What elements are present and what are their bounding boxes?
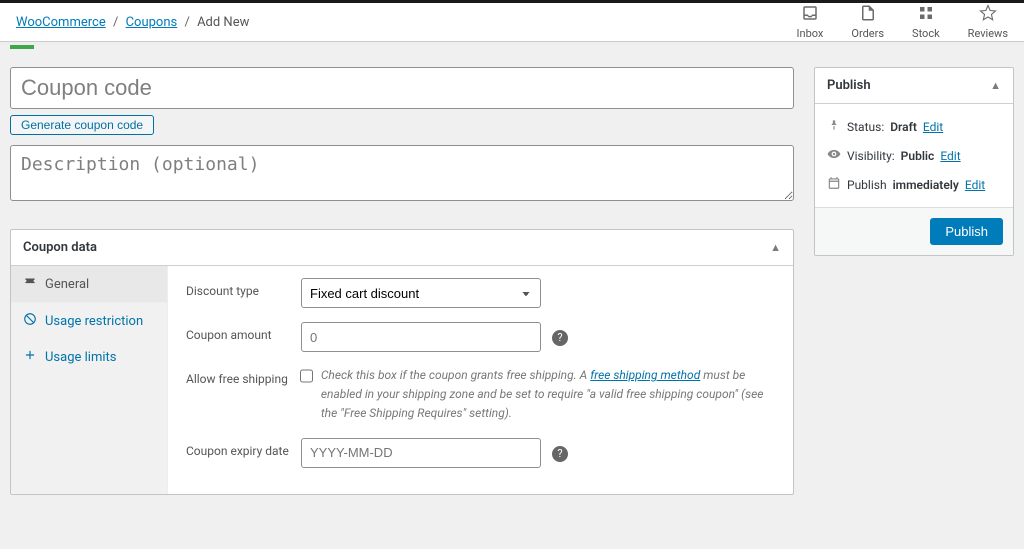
coupon-amount-input[interactable] xyxy=(301,322,541,352)
breadcrumb-leaf: Add New xyxy=(197,15,249,30)
status-value: Draft xyxy=(890,120,917,134)
edit-visibility-link[interactable]: Edit xyxy=(940,149,960,163)
publish-button[interactable]: Publish xyxy=(930,218,1003,245)
coupon-data-title: Coupon data xyxy=(23,240,97,255)
generate-coupon-button[interactable]: Generate coupon code xyxy=(10,115,154,135)
free-shipping-method-link[interactable]: free shipping method xyxy=(590,368,700,382)
tab-usage-restriction[interactable]: Usage restriction xyxy=(11,303,167,339)
nav-reviews[interactable]: Reviews xyxy=(968,4,1008,40)
free-shipping-description: Check this box if the coupon grants free… xyxy=(321,366,775,424)
nav-stock[interactable]: Stock xyxy=(912,4,940,40)
star-icon xyxy=(979,4,997,25)
edit-schedule-link[interactable]: Edit xyxy=(965,178,985,192)
free-shipping-checkbox[interactable] xyxy=(300,368,313,384)
panel-toggle[interactable]: ▲ xyxy=(770,241,781,254)
breadcrumb: WooCommerce / Coupons / Add New xyxy=(16,15,249,30)
panel-toggle[interactable]: ▲ xyxy=(990,79,1001,92)
breadcrumb-mid[interactable]: Coupons xyxy=(126,15,178,30)
plus-icon xyxy=(23,348,37,366)
pin-icon xyxy=(827,118,841,135)
tab-usage-limits[interactable]: Usage limits xyxy=(11,339,167,375)
page-icon xyxy=(859,4,877,25)
expiry-input[interactable] xyxy=(301,438,541,468)
breadcrumb-root[interactable]: WooCommerce xyxy=(16,15,106,30)
eye-icon xyxy=(827,147,841,164)
ticket-icon xyxy=(23,275,37,293)
discount-type-label: Discount type xyxy=(186,278,301,298)
help-icon[interactable]: ? xyxy=(552,330,568,346)
free-shipping-label: Allow free shipping xyxy=(186,366,300,386)
publish-title: Publish xyxy=(827,78,871,93)
coupon-code-input[interactable] xyxy=(10,67,794,109)
edit-status-link[interactable]: Edit xyxy=(923,120,943,134)
nav-inbox[interactable]: Inbox xyxy=(797,4,824,40)
discount-type-select[interactable]: Fixed cart discount xyxy=(301,278,541,308)
inbox-icon xyxy=(801,4,819,25)
help-icon[interactable]: ? xyxy=(552,446,568,462)
boxes-icon xyxy=(917,4,935,25)
no-icon xyxy=(23,312,37,330)
calendar-icon xyxy=(827,176,841,193)
nav-orders[interactable]: Orders xyxy=(851,4,884,40)
expiry-label: Coupon expiry date xyxy=(186,438,301,458)
tab-general[interactable]: General xyxy=(11,266,167,303)
visibility-value: Public xyxy=(901,149,935,163)
coupon-amount-label: Coupon amount xyxy=(186,322,301,342)
publish-immediately: immediately xyxy=(893,178,959,192)
coupon-description-input[interactable] xyxy=(10,145,794,201)
